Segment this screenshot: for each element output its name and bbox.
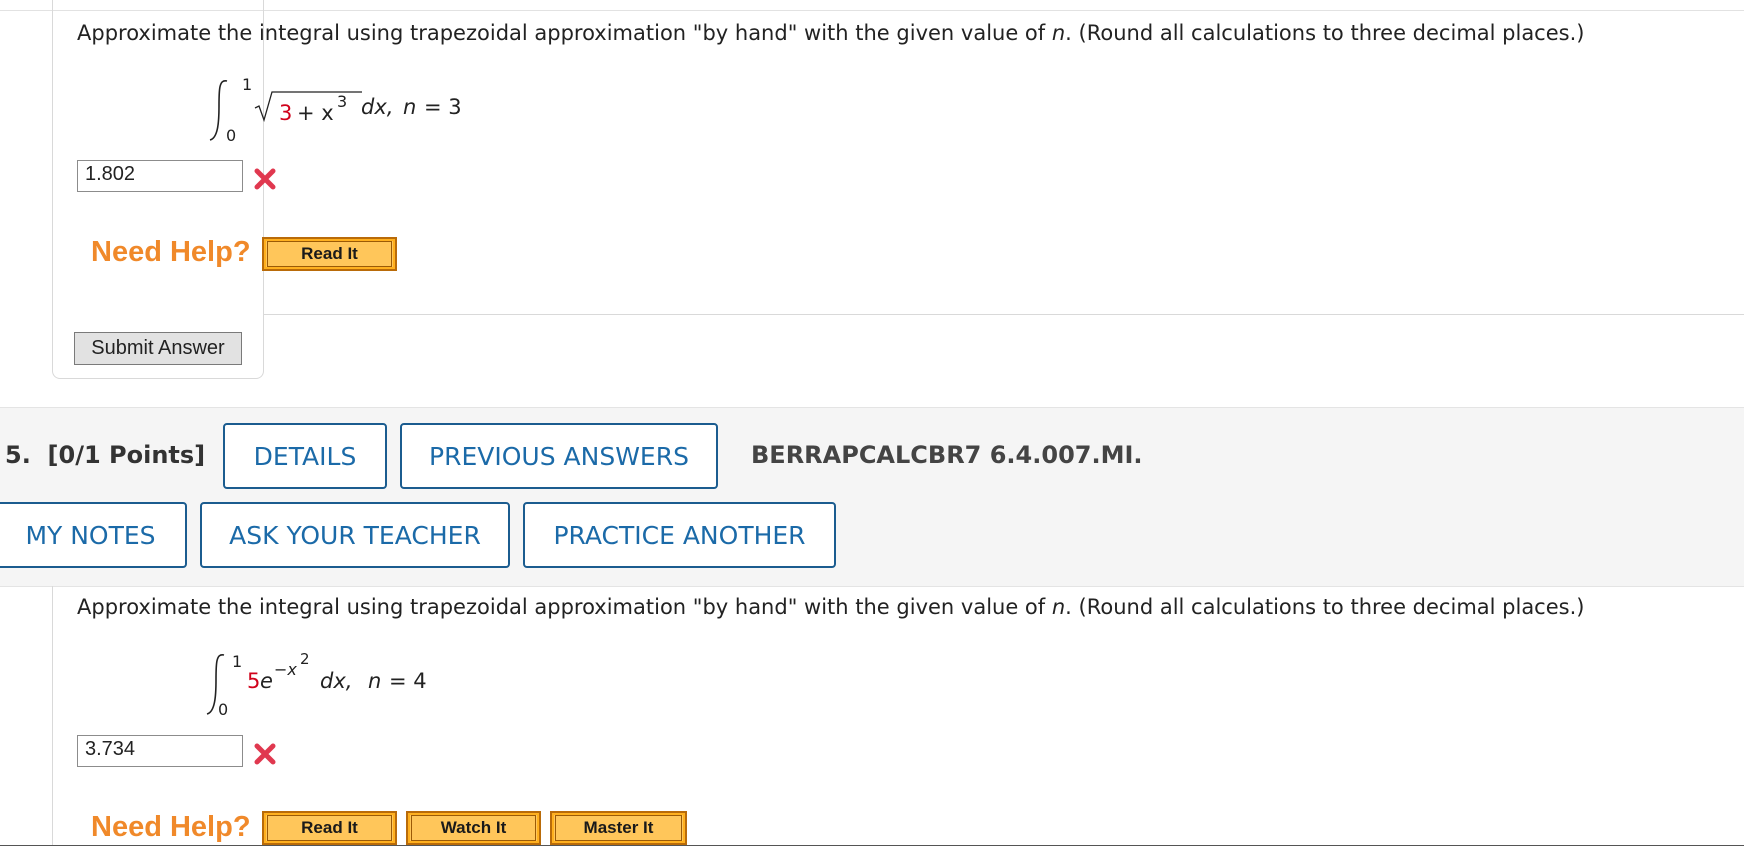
master-it-label: Master It <box>555 815 682 841</box>
integrand-exponent-power: 2 <box>300 650 310 668</box>
need-help-label: Need Help? <box>91 236 251 268</box>
read-it-button[interactable]: Read It <box>262 237 397 271</box>
answer-value: 1.802 <box>85 163 136 185</box>
radicand-exponent: 3 <box>337 92 348 111</box>
question-number: 5. [0/1 Points] <box>5 441 205 469</box>
ask-your-teacher-button[interactable]: ASK YOUR TEACHER <box>200 502 510 568</box>
prompt-text-pre: Approximate the integral using trapezoid… <box>77 595 1052 619</box>
master-it-button[interactable]: Master It <box>550 811 687 845</box>
question-number-text: 5. <box>5 441 31 469</box>
prompt-variable-n: n <box>1051 21 1066 45</box>
integral-dx: dx, <box>361 95 394 119</box>
prompt-text-pre: Approximate the integral using trapezoid… <box>77 21 1052 45</box>
answer-value: 3.734 <box>85 738 136 760</box>
watch-it-label: Watch It <box>411 815 536 841</box>
question-4-integral: 1 0 3 + x 3 dx, n = 3 <box>205 75 505 146</box>
need-help-label: Need Help? <box>91 811 251 843</box>
question-code: BERRAPCALCBR7 6.4.007.MI. <box>751 441 1143 469</box>
question-5-integral: 1 0 5 e −x 2 dx, n = 4 <box>202 650 502 720</box>
integrand-coefficient: 5 <box>247 669 261 693</box>
practice-another-button[interactable]: PRACTICE ANOTHER <box>523 502 836 568</box>
my-notes-button[interactable]: MY NOTES <box>0 502 187 568</box>
submit-answer-button[interactable]: Submit Answer <box>74 332 242 365</box>
question-4-prompt: Approximate the integral using trapezoid… <box>77 21 1584 45</box>
integral-n-var: n <box>403 95 417 119</box>
question-5-prompt: Approximate the integral using trapezoid… <box>77 595 1584 619</box>
prompt-text-post: . (Round all calculations to three decim… <box>1065 21 1585 45</box>
card-top-rule <box>264 314 1744 315</box>
integral-upper-limit: 1 <box>242 75 253 94</box>
prompt-variable-n: n <box>1051 595 1066 619</box>
integral-dx: dx, <box>320 669 353 693</box>
previous-answers-button[interactable]: PREVIOUS ANSWERS <box>400 423 718 489</box>
question-5-card <box>52 586 53 846</box>
integral-upper-limit: 1 <box>232 652 243 671</box>
watch-it-button[interactable]: Watch It <box>406 811 541 845</box>
integral-n-value: = 3 <box>424 95 462 119</box>
read-it-label: Read It <box>267 241 392 267</box>
prompt-text-post: . (Round all calculations to three decim… <box>1065 595 1585 619</box>
integral-n-value: = 4 <box>389 669 427 693</box>
question-5-answer-input[interactable]: 3.734 <box>77 735 243 767</box>
details-button[interactable]: DETAILS <box>223 423 387 489</box>
radicand-rest: + x <box>297 101 334 125</box>
integrand-base: e <box>260 669 273 693</box>
x-mark-icon <box>254 743 276 765</box>
radicand-constant: 3 <box>279 101 293 125</box>
integral-n-var: n <box>368 669 382 693</box>
points-text: [0/1 Points] <box>47 441 206 469</box>
integral-lower-limit: 0 <box>218 700 229 719</box>
read-it-button[interactable]: Read It <box>262 811 397 845</box>
question-4-answer-input[interactable]: 1.802 <box>77 160 243 192</box>
integrand-exponent: −x <box>274 660 297 679</box>
integral-lower-limit: 0 <box>226 126 237 145</box>
x-mark-icon <box>254 168 276 190</box>
read-it-label: Read It <box>267 815 392 841</box>
